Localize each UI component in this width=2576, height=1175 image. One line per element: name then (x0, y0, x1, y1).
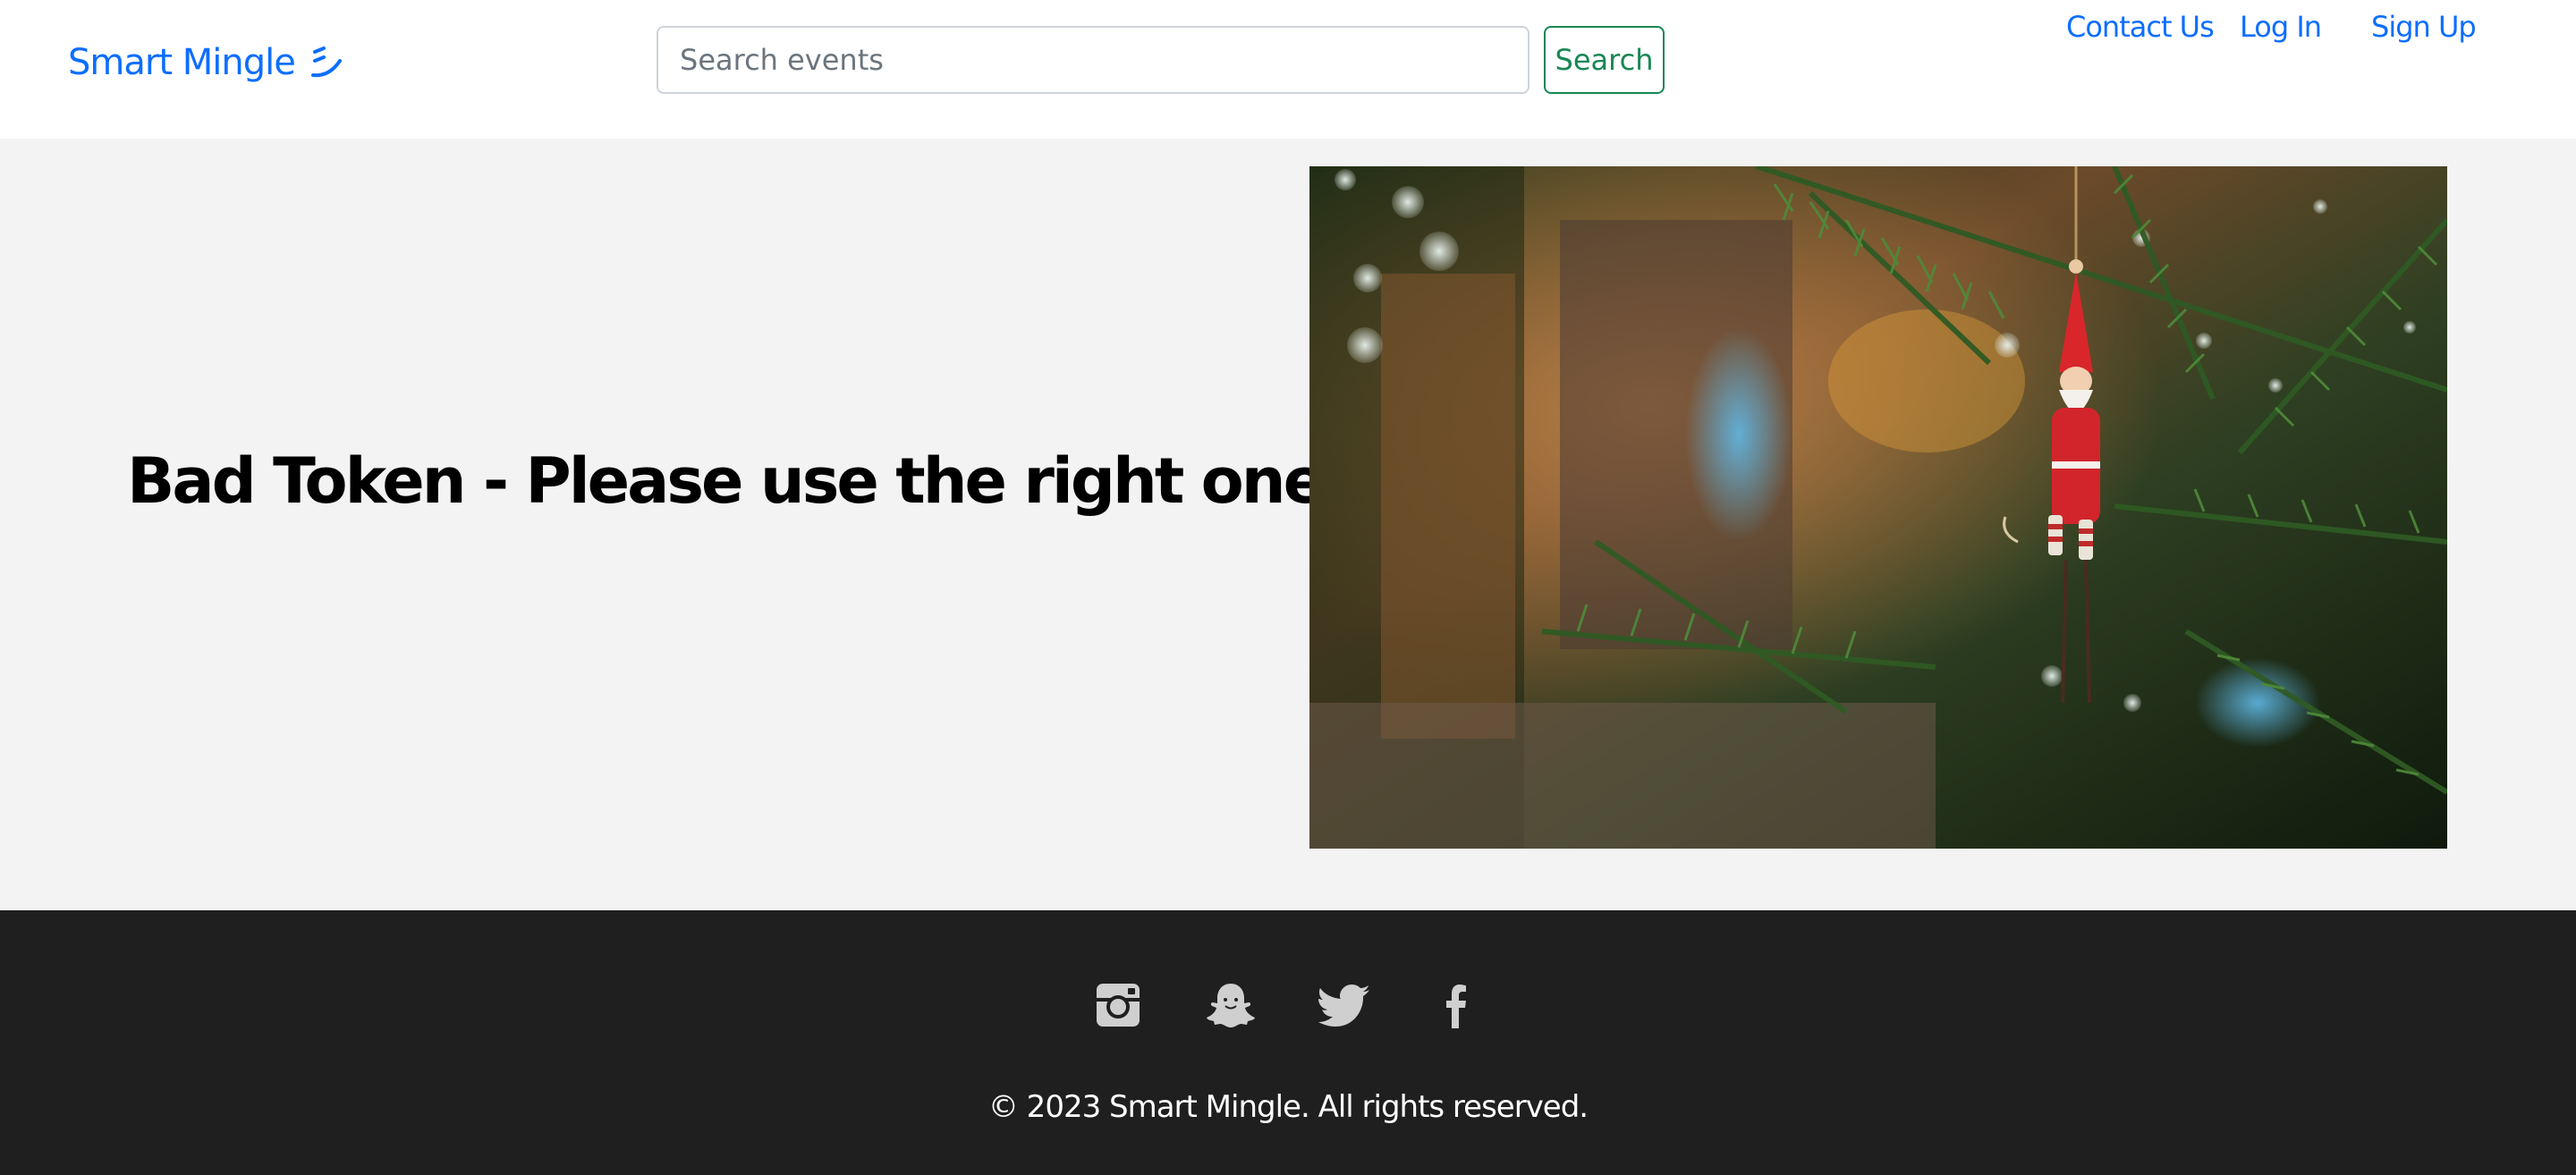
navbar: Smart Mingle Search Contact Us Log In Si… (0, 0, 2576, 139)
brand-link[interactable]: Smart Mingle (68, 34, 345, 91)
error-message: Bad Token - Please use the right one! (127, 444, 1352, 518)
search-input[interactable] (657, 26, 1530, 94)
instagram-icon[interactable] (1091, 978, 1145, 1032)
footer: © 2023 Smart Mingle. All rights reserved… (0, 910, 2576, 1175)
nav-sign-up[interactable]: Sign Up (2371, 0, 2477, 54)
smile-wink-icon (310, 46, 342, 78)
snapchat-icon[interactable] (1204, 978, 1258, 1032)
copyright-text: © 2023 Smart Mingle. All rights reserved… (987, 1089, 1589, 1125)
facebook-icon[interactable] (1429, 978, 1483, 1032)
nav-contact-us[interactable]: Contact Us (2066, 0, 2215, 54)
main-section: Bad Token - Please use the right one! (0, 139, 2576, 910)
nav-log-in[interactable]: Log In (2240, 0, 2322, 54)
twitter-icon[interactable] (1317, 978, 1370, 1032)
search-button[interactable]: Search (1544, 26, 1665, 94)
christmas-tree-image (1309, 166, 2447, 849)
brand-name: Smart Mingle (68, 42, 296, 83)
